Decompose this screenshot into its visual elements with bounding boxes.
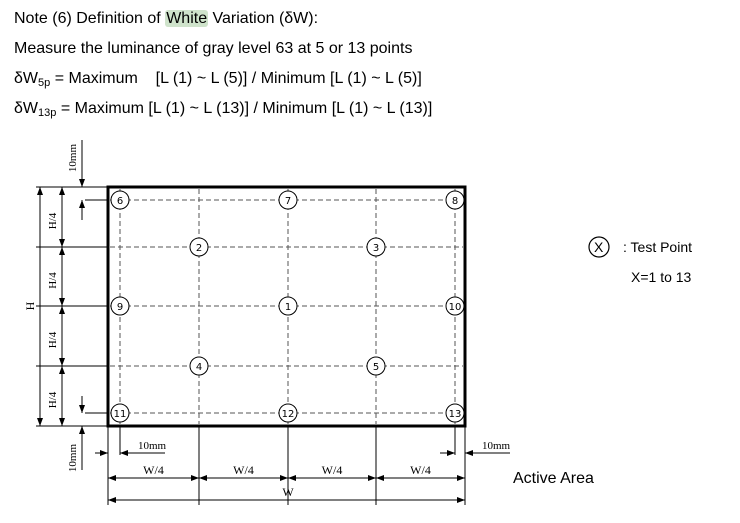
test-point-label: 9 [117,302,123,313]
dimension-lines: H H/4 H/4 H/4 H/4 10mm 10mm 10mm 10mm W/4 W/4 W/4 W/… [23,140,510,505]
label-10mm-top: 10mm [67,144,79,173]
legend-label: : Test Point [623,239,693,255]
test-point-6: 6 [110,190,130,210]
test-point-1: 1 [278,296,298,316]
label-10mm-left: 10mm [138,440,167,452]
label-10mm-bottom: 10mm [67,444,79,473]
test-point-label: 7 [285,196,291,207]
label-w-quarter: W/4 [143,463,164,477]
label-h-quarter: H/4 [47,391,59,408]
test-point-8: 8 [445,190,465,210]
test-point-7: 7 [278,190,298,210]
test-point-label: 8 [452,196,458,207]
test-point-label: 10 [449,302,462,313]
test-point-5: 5 [366,356,386,376]
test-point-label: 6 [117,196,123,207]
label-w-total: W [282,485,294,499]
legend-range: X=1 to 13 [631,269,692,285]
test-point-label: 2 [196,243,202,254]
label-h-quarter: H/4 [47,272,59,289]
test-point-label: 3 [373,243,379,254]
label-h-quarter: H/4 [47,331,59,348]
label-w-quarter: W/4 [322,463,343,477]
test-point-11: 11 [110,403,130,423]
test-point-label: 12 [282,409,295,420]
label-h-quarter: H/4 [47,212,59,229]
test-point-9: 9 [110,296,130,316]
active-area-label: Active Area [513,470,594,487]
test-point-label: 1 [285,302,291,313]
label-w-quarter: W/4 [410,463,431,477]
test-point-label: 13 [449,409,462,420]
test-point-3: 3 [366,237,386,257]
test-point-12: 12 [278,403,298,423]
test-point-label: 4 [196,362,202,373]
test-point-label: 11 [114,409,127,420]
test-point-diagram: H H/4 H/4 H/4 H/4 10mm 10mm 10mm 10mm W/4 W/4 W/4 W/… [23,140,510,505]
test-point-13: 13 [445,403,465,423]
label-h-total: H [23,301,37,310]
test-point-label: 5 [373,362,379,373]
test-point-2: 2 [189,237,209,257]
legend-symbol: X [594,239,604,255]
test-point-4: 4 [189,356,209,376]
test-point-10: 10 [445,296,465,316]
label-10mm-right: 10mm [482,440,511,452]
label-w-quarter: W/4 [233,463,254,477]
